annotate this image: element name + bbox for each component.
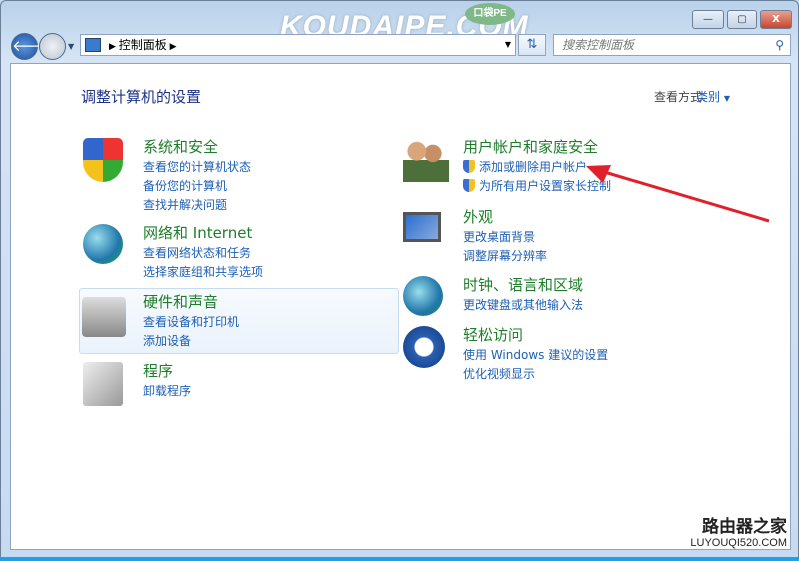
printer-icon xyxy=(82,297,126,337)
breadcrumb-arrow-icon: ▶ xyxy=(109,42,119,52)
site-url: LUYOUQI520.COM xyxy=(690,537,787,549)
shield-icon xyxy=(83,138,123,182)
back-button[interactable]: 🡐 xyxy=(11,33,52,60)
search-icon[interactable]: ⚲ xyxy=(775,35,784,55)
category-network: 网络和 Internet 查看网络状态和任务 选择家庭组和共享选项 xyxy=(81,222,401,288)
link[interactable]: 优化视频显示 xyxy=(463,365,535,382)
uac-shield-icon xyxy=(463,160,475,173)
globe-network-icon xyxy=(83,224,123,264)
link[interactable]: 更改键盘或其他输入法 xyxy=(463,296,583,313)
maximize-button[interactable]: ▢ xyxy=(727,10,757,29)
category-system-security: 系统和安全 查看您的计算机状态 备份您的计算机 查找并解决问题 xyxy=(81,136,401,212)
close-button[interactable]: X xyxy=(760,10,792,29)
category-title[interactable]: 程序 xyxy=(143,360,173,381)
link[interactable]: 使用 Windows 建议的设置 xyxy=(463,346,608,363)
view-by-dropdown[interactable]: 类别 ▼ xyxy=(696,88,730,105)
category-title[interactable]: 轻松访问 xyxy=(463,324,523,345)
recent-pages-dropdown-icon[interactable]: ▼ xyxy=(68,42,74,51)
uac-shield-icon xyxy=(463,179,475,192)
link[interactable]: 调整屏幕分辨率 xyxy=(463,247,547,264)
search-input[interactable]: 搜索控制面板 ⚲ xyxy=(553,34,791,56)
category-title[interactable]: 系统和安全 xyxy=(143,136,218,157)
clock-globe-icon xyxy=(403,276,443,316)
refresh-button[interactable]: ⇅ xyxy=(518,34,546,56)
watermark-badge: 口袋PE xyxy=(465,3,515,25)
link[interactable]: 查看设备和打印机 xyxy=(143,313,239,330)
link[interactable]: 更改桌面背景 xyxy=(463,228,535,245)
category-title[interactable]: 时钟、语言和区域 xyxy=(463,274,583,295)
breadcrumb[interactable]: 控制面板 xyxy=(119,38,167,52)
category-hardware-sound: 硬件和声音 查看设备和打印机 添加设备 xyxy=(79,288,399,354)
category-programs: 程序 卸载程序 xyxy=(81,360,401,426)
link[interactable]: 备份您的计算机 xyxy=(143,177,227,194)
chevron-down-icon: ▼ xyxy=(723,94,730,103)
breadcrumb-arrow-icon: ▶ xyxy=(166,42,177,52)
link[interactable]: 卸载程序 xyxy=(143,382,191,399)
programs-icon xyxy=(83,362,123,406)
category-ease-of-access: 轻松访问 使用 Windows 建议的设置 优化视频显示 xyxy=(401,324,721,390)
monitor-palette-icon xyxy=(403,212,441,242)
address-bar[interactable]: ▶ 控制面板 ▶ ▼ xyxy=(80,34,516,56)
link[interactable]: 查找并解决问题 xyxy=(143,196,227,213)
ease-of-access-icon xyxy=(403,326,445,368)
link[interactable]: 选择家庭组和共享选项 xyxy=(143,263,263,280)
minimize-button[interactable]: — xyxy=(692,10,724,29)
users-icon xyxy=(403,138,449,182)
address-dropdown-icon[interactable]: ▼ xyxy=(505,35,511,55)
link[interactable]: 查看您的计算机状态 xyxy=(143,158,251,175)
search-placeholder: 搜索控制面板 xyxy=(562,38,635,52)
forward-button[interactable] xyxy=(39,33,66,60)
link[interactable]: 添加设备 xyxy=(143,332,191,349)
bottom-border xyxy=(0,557,799,561)
category-title[interactable]: 外观 xyxy=(463,206,493,227)
category-title[interactable]: 用户帐户和家庭安全 xyxy=(463,136,598,157)
link[interactable]: 查看网络状态和任务 xyxy=(143,244,251,261)
site-watermark: 路由器之家 LUYOUQI520.COM xyxy=(690,512,787,549)
site-name: 路由器之家 xyxy=(702,517,787,537)
content-area: 调整计算机的设置 查看方式: 类别 ▼ 系统和安全 查看您的计算机状态 备份您的… xyxy=(10,63,791,550)
link[interactable]: 添加或删除用户帐户 xyxy=(463,158,587,175)
category-title[interactable]: 网络和 Internet xyxy=(143,222,252,243)
category-title[interactable]: 硬件和声音 xyxy=(143,291,218,312)
control-panel-icon xyxy=(85,38,101,52)
page-title: 调整计算机的设置 xyxy=(81,88,202,106)
red-arrow-annotation xyxy=(586,165,770,223)
